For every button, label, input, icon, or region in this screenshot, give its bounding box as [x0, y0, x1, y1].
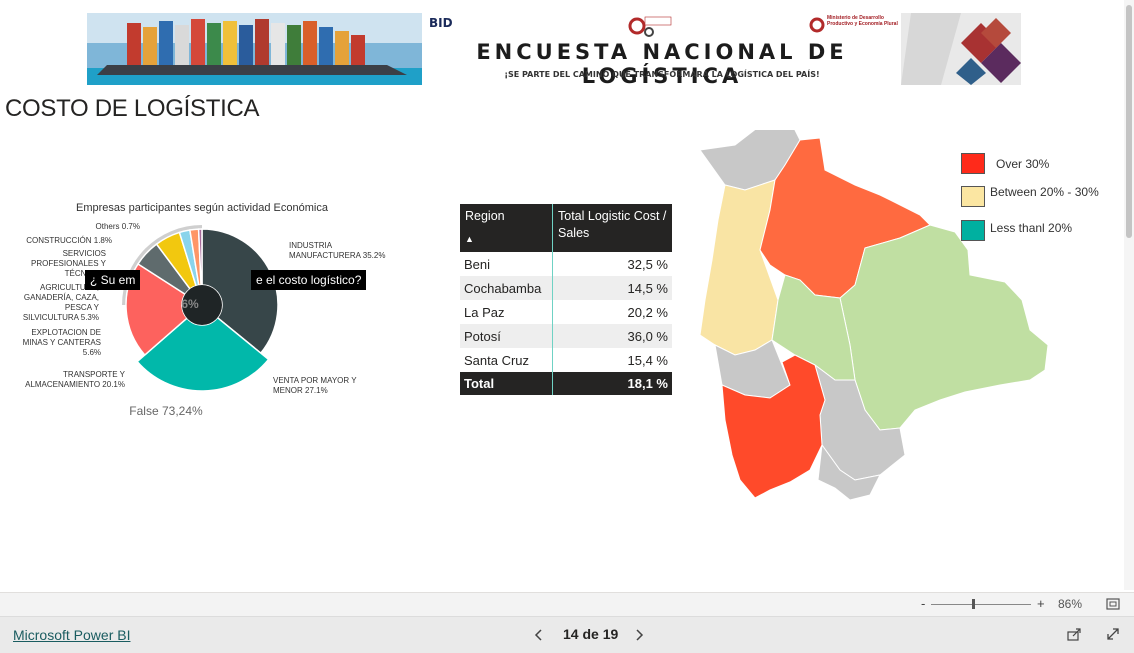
donut-center-label: 6%	[181, 297, 199, 311]
zoom-percentage: 86%	[1058, 597, 1083, 611]
previous-page-icon[interactable]	[534, 629, 544, 641]
logistica-logo	[628, 16, 672, 37]
label-industria: INDUSTRIA MANUFACTURERA 35.2%	[289, 241, 385, 260]
tooltip-left: ¿ Su em	[85, 270, 141, 290]
zoom-slider-track[interactable]	[931, 604, 1031, 605]
page-title: COSTO DE LOGÍSTICA	[5, 95, 260, 122]
col-header-region[interactable]: Region ▲	[460, 204, 553, 252]
map-region-santa-cruz[interactable]	[839, 224, 1049, 431]
legend-less-label: Less thanl 20%	[990, 221, 1073, 235]
sort-ascending-icon[interactable]: ▲	[465, 231, 547, 248]
label-minas: EXPLOTACION DE MINAS Y CANTERAS 5.6%	[23, 328, 101, 357]
zoom-out-button[interactable]: -	[921, 596, 925, 611]
power-bi-link[interactable]: Microsoft Power BI	[13, 627, 130, 643]
fullscreen-icon[interactable]	[1106, 627, 1120, 641]
container-ship-image	[87, 13, 422, 85]
legend-less-swatch	[961, 220, 985, 241]
banner-subtitle: ¡SE PARTE DEL CAMINO QUE TRANSFORMARÁ LA…	[504, 70, 820, 79]
col-header-cost[interactable]: Total Logistic Cost / Sales	[552, 204, 672, 252]
table-row[interactable]: Potosí 36,0 %	[460, 324, 672, 348]
table-total-row: Total 18,1 %	[460, 372, 672, 395]
scrollbar-thumb[interactable]	[1126, 5, 1132, 238]
region-cost-table: Region ▲ Total Logistic Cost / Sales Ben…	[460, 204, 672, 395]
legend-between-label: Between 20% - 30%	[990, 185, 1099, 199]
legend-over-label: Over 30%	[996, 157, 1050, 171]
bid-logo: BID	[429, 16, 453, 30]
tooltip-right: e el costo logístico?	[251, 270, 367, 290]
map-region-la-paz[interactable]	[699, 179, 779, 356]
donut-false-label: False 73,24%	[129, 404, 203, 418]
table-row[interactable]: Santa Cruz 15,4 %	[460, 348, 672, 372]
fit-to-page-icon[interactable]	[1106, 598, 1120, 610]
ministry-logo: Ministerio de Desarrollo Productivo y Ec…	[809, 15, 899, 41]
table-row[interactable]: La Paz 20,2 %	[460, 300, 672, 324]
legend-over-swatch	[961, 153, 985, 174]
share-icon[interactable]	[1067, 627, 1082, 641]
label-venta: VENTA POR MAYOR Y MENOR 27.1%	[273, 376, 357, 395]
label-others: Others 0.7%	[96, 222, 140, 231]
next-page-icon[interactable]	[634, 629, 644, 641]
legend-between-swatch	[961, 186, 985, 207]
zoom-in-button[interactable]: +	[1037, 596, 1045, 611]
port-crane-image	[901, 13, 1021, 85]
zoom-slider-thumb[interactable]	[972, 599, 975, 609]
page-indicator: 14 de 19	[563, 626, 619, 642]
survey-banner: BID Ministerio de Desarrollo Productivo …	[87, 13, 1021, 85]
table-row[interactable]: Cochabamba 14,5 %	[460, 276, 672, 300]
table-row[interactable]: Beni 32,5 %	[460, 252, 672, 276]
activity-donut-chart[interactable]: Empresas participantes según actividad E…	[15, 195, 435, 425]
label-construccion: CONSTRUCCIÓN 1.8%	[26, 236, 112, 245]
label-transporte: TRANSPORTE Y ALMACENAMIENTO 20.1%	[25, 370, 126, 389]
donut-title: Empresas participantes según actividad E…	[76, 202, 329, 214]
